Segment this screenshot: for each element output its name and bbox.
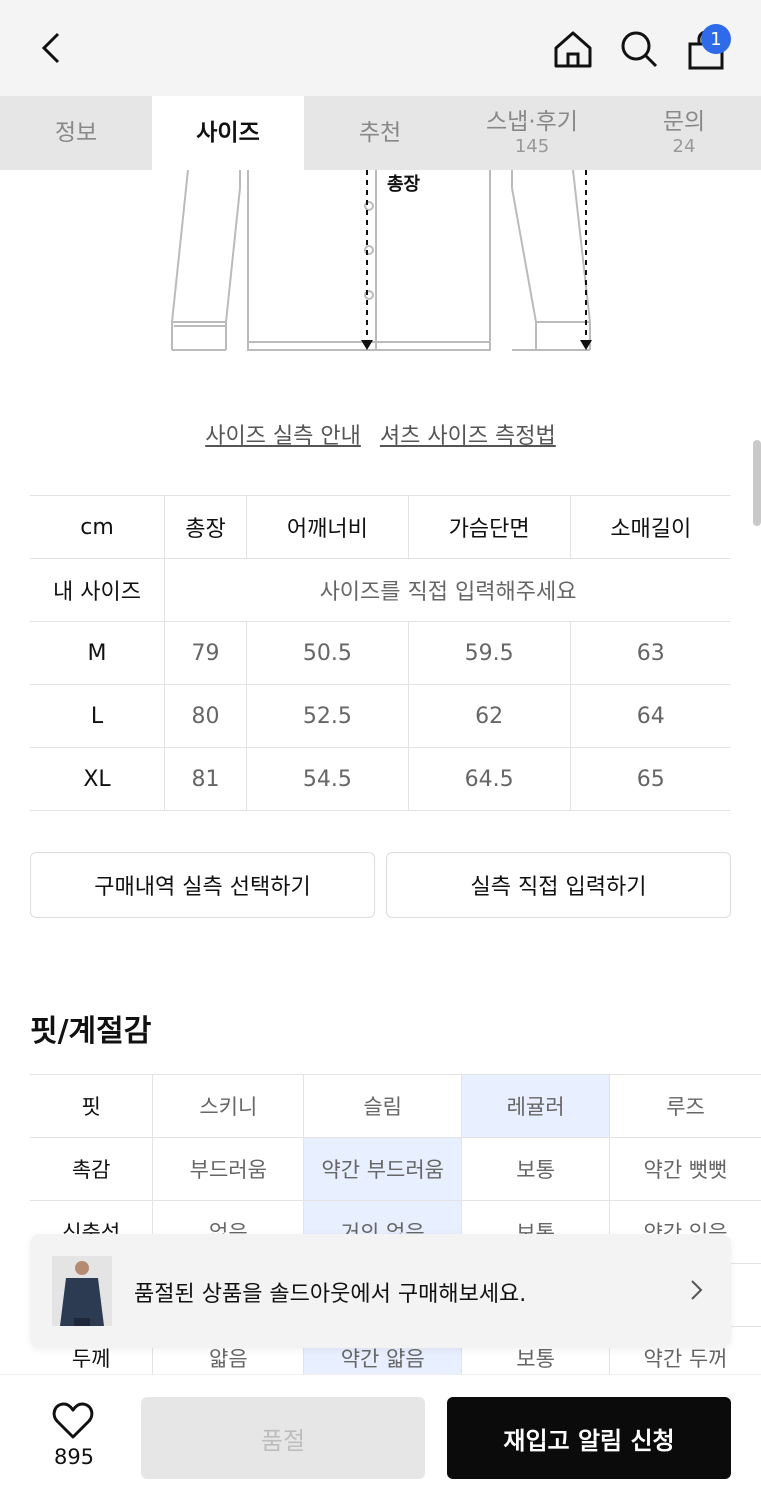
- tab-size[interactable]: 사이즈: [152, 96, 304, 170]
- search-icon[interactable]: [618, 28, 660, 70]
- soldout-button[interactable]: 품절: [141, 1397, 425, 1479]
- table-cell: 54.5: [245, 747, 409, 811]
- size-guide-links: 사이즈 실측 안내 셔츠 사이즈 측정법: [0, 418, 761, 450]
- size-guide-link[interactable]: 사이즈 실측 안내: [205, 424, 361, 449]
- section-tabs: 정보 사이즈 추천 스냅·후기 145 문의 24: [0, 96, 761, 170]
- product-thumbnail: [52, 1256, 112, 1326]
- table-cell: M: [30, 621, 165, 685]
- tab-label: 사이즈: [196, 119, 260, 146]
- cart-count-badge: 1: [701, 24, 731, 54]
- heart-icon[interactable]: [52, 1401, 94, 1441]
- table-cell: 81: [164, 747, 247, 811]
- my-size-label: 내 사이즈: [30, 558, 165, 622]
- table-header-cell: 총장: [164, 495, 247, 559]
- table-row: M 79 50.5 59.5 63: [30, 621, 731, 685]
- table-cell: 80: [164, 684, 247, 748]
- table-cell: 62: [407, 684, 571, 748]
- table-cell: 64.5: [407, 747, 571, 811]
- soldout-banner-message: 품절된 상품을 솔드아웃에서 구매해보세요.: [134, 1282, 527, 1307]
- section-title: 핏/계절감: [30, 1014, 152, 1049]
- fit-option: 루즈: [609, 1074, 761, 1138]
- shirt-size-diagram: 총장: [170, 170, 592, 351]
- table-header-cell: 어깨너비: [245, 495, 409, 559]
- back-arrow-icon[interactable]: [34, 30, 70, 66]
- soldout-banner[interactable]: 품절된 상품을 솔드아웃에서 구매해보세요.: [30, 1234, 731, 1348]
- table-cell: XL: [30, 747, 165, 811]
- fit-row-label: 촉감: [30, 1137, 153, 1201]
- table-row: XL 81 54.5 64.5 65: [30, 747, 731, 811]
- bottom-action-bar: 895 품절 재입고 알림 신청: [0, 1374, 761, 1501]
- fit-option: 슬림: [303, 1074, 462, 1138]
- direct-input-button[interactable]: 실측 직접 입력하기: [386, 852, 731, 918]
- tab-count: 145: [514, 135, 550, 157]
- tab-label: 스냅·후기: [486, 108, 578, 135]
- tab-count: 24: [672, 135, 696, 157]
- my-size-prompt[interactable]: 사이즈를 직접 입력해주세요: [164, 558, 731, 622]
- top-bar: 1: [0, 0, 761, 96]
- fit-option: 부드러움: [152, 1137, 304, 1201]
- table-header-cell: cm: [30, 495, 165, 559]
- fit-option-selected: 레귤러: [461, 1074, 610, 1138]
- fit-row: 핏 스키니 슬림 레귤러 루즈: [30, 1074, 761, 1138]
- table-cell: 52.5: [245, 684, 409, 748]
- tab-label: 문의: [662, 108, 706, 135]
- table-cell: 64: [569, 684, 731, 748]
- tab-snap-review[interactable]: 스냅·후기 145: [456, 96, 608, 170]
- table-cell: L: [30, 684, 165, 748]
- table-cell: 50.5: [245, 621, 409, 685]
- table-cell: 63: [569, 621, 731, 685]
- size-table: cm 총장 어깨너비 가슴단면 소매길이 내 사이즈 사이즈를 직접 입력해주세…: [30, 495, 731, 811]
- tab-label: 정보: [54, 119, 98, 146]
- fit-option: 스키니: [152, 1074, 304, 1138]
- restock-notify-button[interactable]: 재입고 알림 신청: [447, 1397, 731, 1479]
- fit-option-selected: 약간 부드러움: [303, 1137, 462, 1201]
- my-size-row[interactable]: 내 사이즈 사이즈를 직접 입력해주세요: [30, 558, 731, 622]
- like-count: 895: [53, 1445, 95, 1469]
- diagram-length-label: 총장: [387, 174, 421, 195]
- scrollbar[interactable]: [753, 440, 761, 526]
- fit-row-label: 핏: [30, 1074, 153, 1138]
- table-cell: 79: [164, 621, 247, 685]
- home-icon[interactable]: [552, 28, 594, 70]
- tab-inquiry[interactable]: 문의 24: [608, 96, 760, 170]
- table-cell: 65: [569, 747, 731, 811]
- table-cell: 59.5: [407, 621, 571, 685]
- chevron-right-icon: [691, 1280, 703, 1300]
- table-header-cell: 소매길이: [569, 495, 731, 559]
- tab-recommend[interactable]: 추천: [304, 96, 456, 170]
- tab-label: 추천: [358, 119, 402, 146]
- measure-guide-link[interactable]: 셔츠 사이즈 측정법: [380, 424, 556, 449]
- tab-info[interactable]: 정보: [0, 96, 152, 170]
- purchase-history-button[interactable]: 구매내역 실측 선택하기: [30, 852, 375, 918]
- fit-option: 보통: [461, 1137, 610, 1201]
- table-header-cell: 가슴단면: [407, 495, 571, 559]
- table-header-row: cm 총장 어깨너비 가슴단면 소매길이: [30, 495, 731, 559]
- fit-row: 촉감 부드러움 약간 부드러움 보통 약간 뻣뻣: [30, 1137, 761, 1201]
- table-row: L 80 52.5 62 64: [30, 684, 731, 748]
- fit-option: 약간 뻣뻣: [609, 1137, 761, 1201]
